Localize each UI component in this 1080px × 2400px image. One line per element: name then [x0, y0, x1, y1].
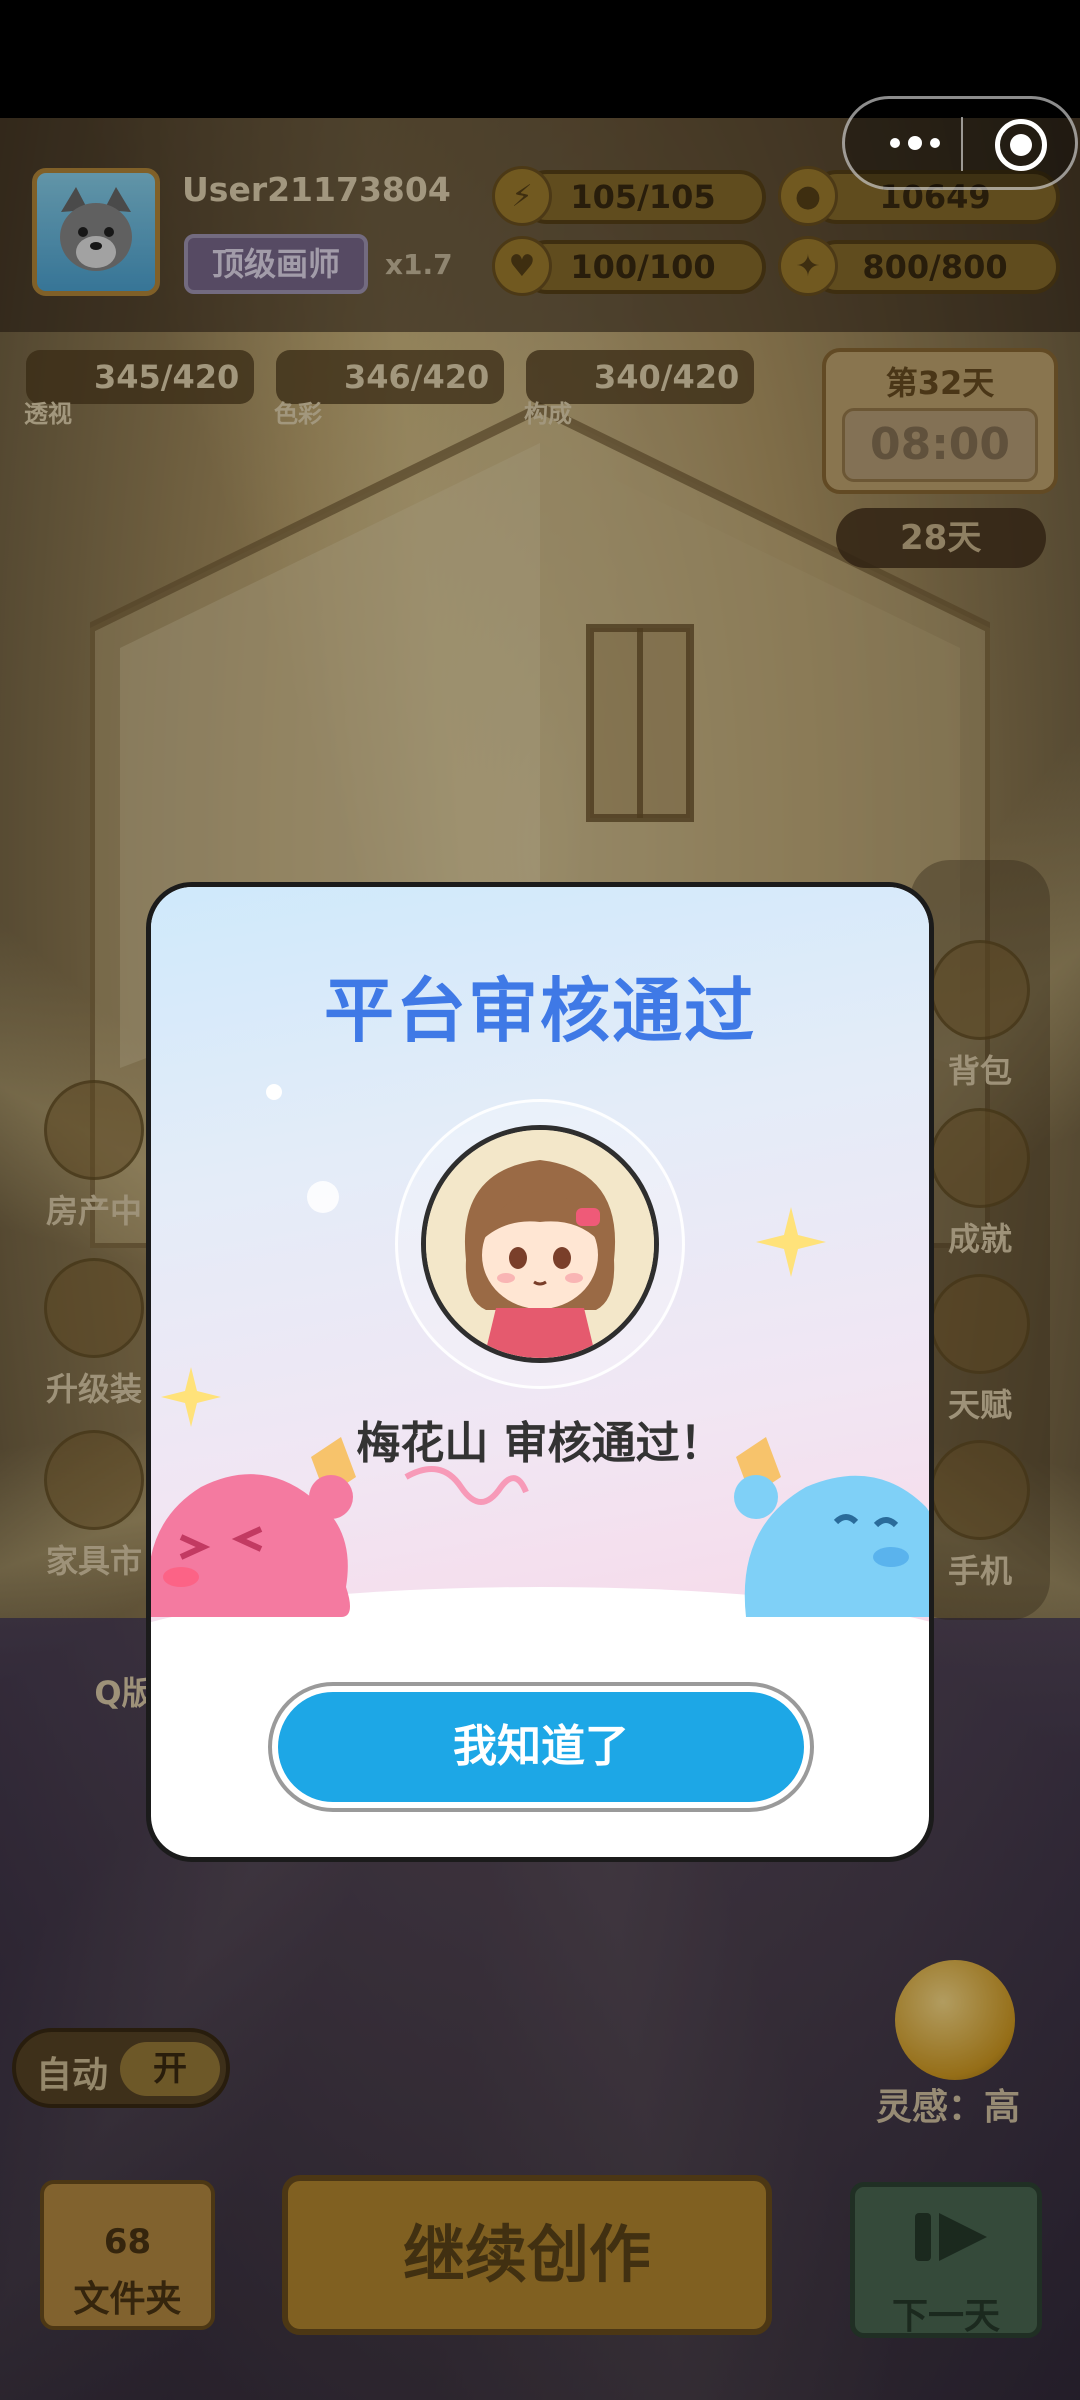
sparkle-icon [756, 1207, 826, 1277]
dot-decoration [307, 1181, 339, 1213]
acknowledge-button[interactable]: 我知道了 [268, 1682, 814, 1812]
blue-mascot-icon [734, 1437, 929, 1617]
dialog-title: 平台审核通过 [324, 970, 756, 1052]
miniprogram-capsule [842, 96, 1078, 190]
ribbon-decoration [404, 1466, 529, 1505]
chibi-girl-icon [426, 1130, 654, 1358]
pink-mascot-icon [151, 1437, 356, 1617]
review-approved-dialog: 平台审核通过 梅花山 审核通过！ 我知道了 [146, 882, 934, 1862]
dot-decoration [266, 1084, 282, 1100]
capsule-divider [961, 117, 963, 171]
acknowledge-button-label[interactable]: 我知道了 [278, 1692, 804, 1802]
close-miniprogram-icon[interactable] [995, 119, 1047, 171]
more-dots-icon[interactable] [885, 123, 945, 163]
character-avatar [421, 1125, 659, 1363]
